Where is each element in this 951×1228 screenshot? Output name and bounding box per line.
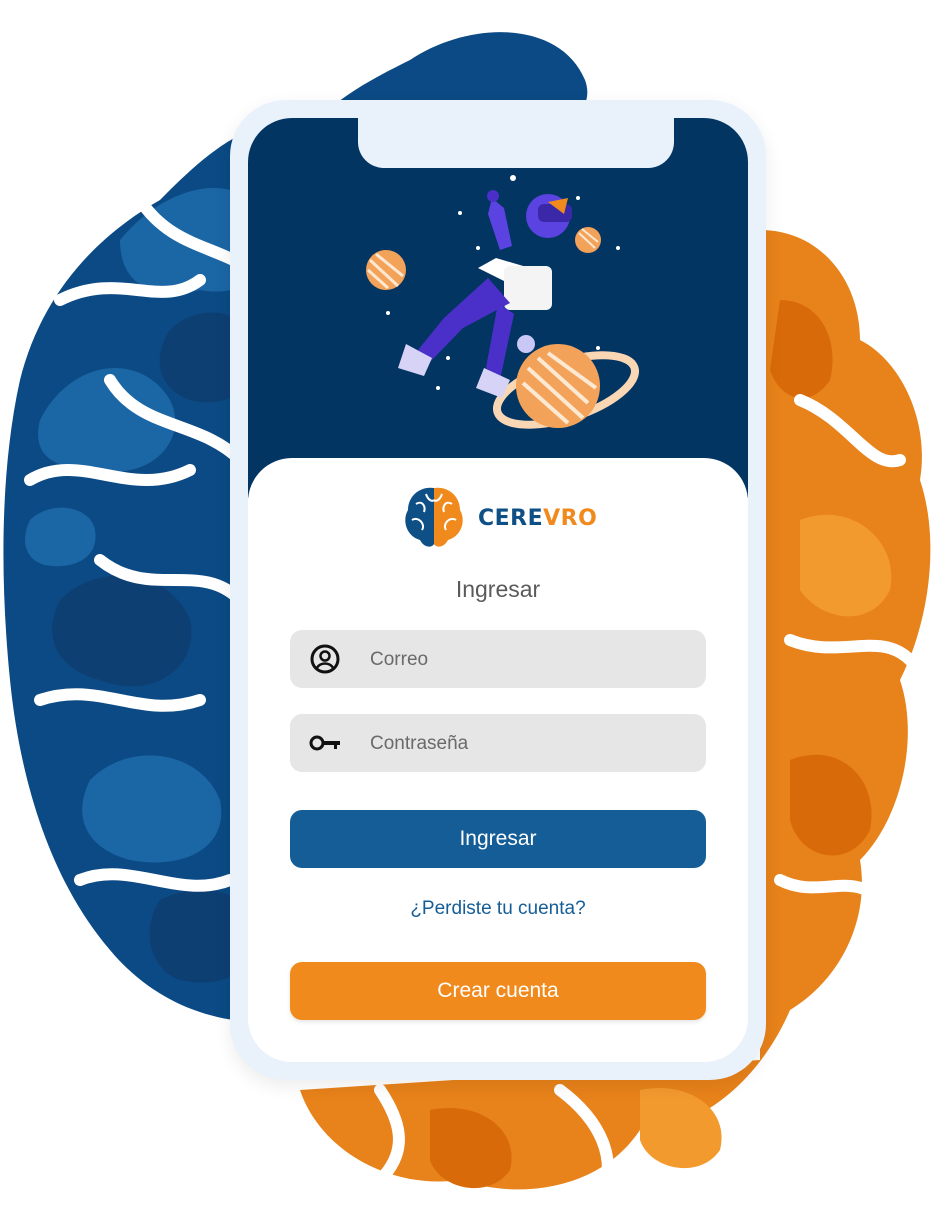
brain-icon [405,487,463,547]
create-account-button[interactable]: Crear cuenta [290,962,706,1020]
phone-notch [358,118,674,168]
email-field-container[interactable] [290,630,706,690]
password-field-container[interactable] [290,714,706,774]
phone-frame: CEREVRO Ingresar Ingresar ¿Perdiste tu c… [230,100,766,1080]
login-button[interactable]: Ingresar [290,810,706,868]
password-input[interactable] [368,714,692,774]
page-title: Ingresar [455,576,541,602]
hero-illustration [248,118,748,498]
brand-name-part1: CERE [478,506,544,531]
brand-name-part2: VRO [543,506,598,531]
brand-wordmark: CEREVRO [478,506,597,531]
email-input[interactable] [368,630,692,690]
astronaut-vr-illustration [366,175,640,429]
brand-logo: CEREVRO [398,480,618,560]
forgot-account-link[interactable]: ¿Perdiste tu cuenta? [248,898,748,920]
user-circle-icon [310,644,340,674]
phone-screen: CEREVRO Ingresar Ingresar ¿Perdiste tu c… [248,118,748,1062]
key-icon [309,735,340,751]
